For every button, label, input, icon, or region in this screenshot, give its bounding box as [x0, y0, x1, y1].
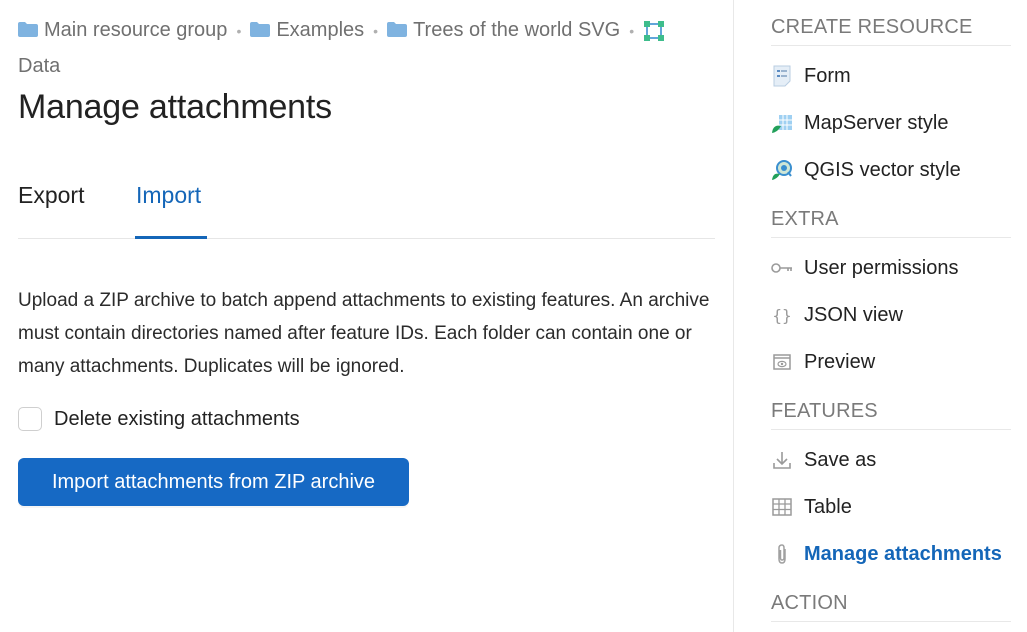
form-icon	[771, 65, 793, 87]
breadcrumb-item-trees-of-the-world[interactable]: Trees of the world SVG	[387, 14, 620, 47]
sidebar-item-label: Save as	[804, 448, 877, 471]
sidebar-item-user-permissions[interactable]: User permissions	[771, 250, 958, 286]
sidebar-item-form[interactable]: Form	[771, 58, 851, 94]
preview-icon	[771, 351, 793, 373]
sidebar-item-label: Manage attachments	[804, 542, 1002, 565]
sidebar: CREATE RESOURCE Form MapServer style QGI…	[733, 0, 1027, 632]
tab-export[interactable]: Export	[18, 182, 84, 209]
breadcrumb: Main resource group • Examples • Trees o…	[18, 14, 715, 83]
breadcrumb-separator: •	[629, 23, 635, 39]
key-icon	[771, 257, 793, 279]
sidebar-item-label: User permissions	[804, 256, 959, 279]
import-zip-button[interactable]: Import attachments from ZIP archive	[18, 458, 409, 506]
import-description: Upload a ZIP archive to batch append att…	[18, 290, 710, 377]
sidebar-item-label: JSON view	[804, 303, 903, 326]
main-content: Main resource group • Examples • Trees o…	[18, 0, 715, 632]
braces-icon: {}	[772, 305, 792, 325]
breadcrumb-label[interactable]: Examples	[276, 14, 364, 47]
mapserver-style-icon	[771, 112, 793, 134]
delete-existing-checkbox-row[interactable]: Delete existing attachments	[18, 407, 300, 431]
folder-icon	[250, 22, 271, 37]
tab-import[interactable]: Import	[136, 182, 201, 209]
section-title-action: ACTION	[771, 592, 1011, 622]
breadcrumb-item-examples[interactable]: Examples	[250, 14, 364, 47]
sidebar-item-save-as[interactable]: Save as	[771, 442, 876, 478]
download-icon	[771, 449, 793, 471]
sidebar-item-json-view[interactable]: {} JSON view	[771, 297, 903, 333]
vector-layer-icon	[644, 21, 665, 41]
sidebar-item-manage-attachments[interactable]: Manage attachments	[771, 536, 1002, 572]
sidebar-item-preview[interactable]: Preview	[771, 344, 875, 380]
folder-icon	[18, 22, 38, 37]
qgis-style-icon	[771, 159, 793, 181]
sidebar-item-label: QGIS vector style	[804, 158, 961, 181]
section-title-create-resource: CREATE RESOURCE	[771, 16, 1011, 46]
active-tab-indicator	[135, 236, 207, 239]
sidebar-item-label: Table	[804, 495, 852, 518]
breadcrumb-separator: •	[236, 23, 242, 39]
paperclip-icon	[771, 543, 793, 565]
breadcrumb-item-main-resource-group[interactable]: Main resource group	[18, 14, 227, 47]
sidebar-item-mapserver-style[interactable]: MapServer style	[771, 105, 949, 141]
section-title-extra: EXTRA	[771, 208, 1011, 238]
folder-icon	[387, 22, 408, 37]
page-title: Manage attachments	[18, 88, 332, 126]
sidebar-item-label: Preview	[804, 350, 876, 373]
delete-existing-label[interactable]: Delete existing attachments	[54, 408, 300, 431]
table-icon	[771, 496, 793, 518]
sidebar-item-label: Form	[804, 64, 851, 87]
breadcrumb-item-data: Data	[18, 55, 61, 77]
tab-bar: Export Import	[18, 174, 715, 239]
breadcrumb-label[interactable]: Trees of the world SVG	[413, 14, 620, 47]
section-title-features: FEATURES	[771, 400, 1011, 430]
breadcrumb-label[interactable]: Main resource group	[44, 14, 227, 47]
sidebar-item-qgis-vector-style[interactable]: QGIS vector style	[771, 152, 961, 188]
delete-existing-checkbox[interactable]	[18, 407, 42, 431]
sidebar-item-label: MapServer style	[804, 111, 949, 134]
breadcrumb-separator: •	[373, 23, 379, 39]
sidebar-item-table[interactable]: Table	[771, 489, 852, 525]
